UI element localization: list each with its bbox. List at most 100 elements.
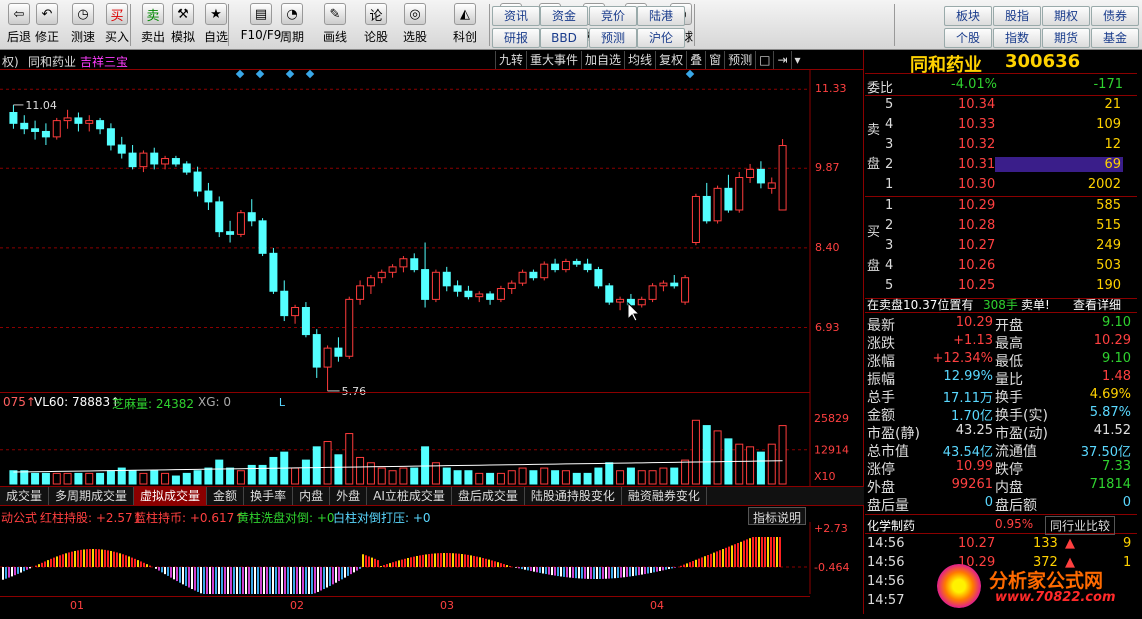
candle-body xyxy=(269,252,278,292)
volume-bar xyxy=(128,470,137,485)
toolbar-grid-button[interactable]: 资金 xyxy=(540,6,588,26)
toolbar-button-11[interactable]: ◎ 选股 xyxy=(398,3,432,47)
indicator-tab-7[interactable]: AI立桩成交量 xyxy=(367,487,452,505)
toolbar-separator xyxy=(489,4,490,46)
toolbar-grid-button[interactable]: 陆港 xyxy=(637,6,685,26)
indicator-tab-0[interactable]: 成交量 xyxy=(0,487,50,505)
industry-name: 化学制药 xyxy=(867,519,916,533)
chart-tab-5[interactable]: 叠 xyxy=(686,51,705,69)
stat-value: 7.33 xyxy=(1102,459,1131,474)
sell-level: 2 xyxy=(885,157,894,172)
chart-tab-2[interactable]: 加自选 xyxy=(581,51,624,69)
stat-label: 换手(实) xyxy=(995,408,1048,424)
discuss-icon: 论 xyxy=(365,3,387,25)
toolbar-grid-button[interactable]: 基金 xyxy=(1091,28,1139,48)
candle-body xyxy=(182,163,191,173)
stat-value: 0 xyxy=(984,495,993,510)
buy-price: 10.25 xyxy=(958,278,996,293)
chart-panel[interactable]: 权) 同和药业 吉祥三宝 九转 重大事件 加自选 均线 复权叠窗预测 □ ⇥ ▾ 11.04 5… xyxy=(0,50,864,614)
quote-stock-code: 300636 xyxy=(1005,51,1081,72)
indicator-tab-6[interactable]: 外盘 xyxy=(330,487,368,505)
indicator-tab-3[interactable]: 金额 xyxy=(207,487,245,505)
indicator-tab-10[interactable]: 融资融券变化 xyxy=(622,487,707,505)
toolbar-grid-button[interactable]: 沪伦 xyxy=(637,28,685,48)
indicator-tab-2[interactable]: 虚拟成交量 xyxy=(134,487,208,505)
stat-label: 盘后量 xyxy=(867,498,909,514)
volume-bar xyxy=(291,467,300,485)
indicator-tab-1[interactable]: 多周期成交量 xyxy=(49,487,135,505)
vol-header-b: VL60: 78883↑ xyxy=(34,395,121,409)
chart-icon: ◭ xyxy=(454,3,476,25)
candle-body xyxy=(551,263,560,271)
volume-bar xyxy=(756,451,765,485)
toolbar-grid-button[interactable]: 股指 xyxy=(993,6,1041,26)
toolbar-button-1[interactable]: ↶ 修正 xyxy=(30,3,64,47)
toolbar-grid-button[interactable]: 个股 xyxy=(944,28,992,48)
toolbar-grid-button[interactable]: 板块 xyxy=(944,6,992,26)
candle-body xyxy=(236,212,245,235)
candle-body xyxy=(572,260,581,265)
candle-body xyxy=(9,112,18,124)
volume-bar xyxy=(626,467,635,485)
toolbar-button-5[interactable]: ⚒ 模拟 xyxy=(166,3,200,47)
sell-icon: 卖 xyxy=(142,3,164,25)
indicator-tab-9[interactable]: 陆股通持股变化 xyxy=(525,487,622,505)
tick-price: 10.27 xyxy=(958,536,996,551)
toolbar-grid-button[interactable]: 研报 xyxy=(492,28,540,48)
volume-bar xyxy=(540,467,549,485)
volume-chart[interactable]: 25829 12914 X10 xyxy=(0,408,864,486)
notice-detail-link[interactable]: 查看详细 xyxy=(1073,296,1121,313)
chart-tab-4[interactable]: 复权 xyxy=(655,51,686,69)
chart-tab-1[interactable]: 重大事件 xyxy=(526,51,581,69)
toolbar-label: 后退 xyxy=(6,30,31,44)
volume-bar xyxy=(572,472,581,485)
toolbar-grid-button[interactable]: BBD xyxy=(540,28,588,48)
toolbar-grid-button[interactable]: 期货 xyxy=(1042,28,1090,48)
dropdown-icon[interactable]: ▾ xyxy=(790,51,804,69)
sell-label-b: 盘 xyxy=(867,157,881,172)
toolbar-grid-button[interactable]: 竞价 xyxy=(589,6,637,26)
toolbar-button-12[interactable]: ◭ 科创 xyxy=(448,3,482,47)
toolbar-grid-button[interactable]: 资讯 xyxy=(492,6,540,26)
chart-tab-3[interactable]: 均线 xyxy=(624,51,655,69)
volume-bar xyxy=(561,470,570,485)
toolbar-grid-button[interactable]: 指数 xyxy=(993,28,1041,48)
stat-value: 43.25 xyxy=(955,423,993,438)
price-axis-label: 8.40 xyxy=(815,240,840,254)
indicator-tab-5[interactable]: 内盘 xyxy=(293,487,331,505)
toolbar-grid-button[interactable]: 债券 xyxy=(1091,6,1139,26)
signal-diamond-icon xyxy=(305,70,315,79)
candlestick-chart[interactable]: 11.045.76L xyxy=(0,70,864,410)
chart-tab-6[interactable]: 窗 xyxy=(705,51,724,69)
signal-diamond-icon xyxy=(285,70,295,79)
industry-compare-button[interactable]: 同行业比较 xyxy=(1045,516,1116,535)
candle-body xyxy=(356,285,365,300)
stat-value: 1.70亿 xyxy=(951,409,993,424)
chart-tab-0[interactable]: 九转 xyxy=(495,51,526,69)
sell-volume: 69 xyxy=(995,157,1123,172)
indicator-chart[interactable]: +2.73 -0.464 xyxy=(0,522,864,594)
toolbar-button-4[interactable]: 卖卖出 xyxy=(136,3,170,47)
candle-body xyxy=(388,266,397,273)
buy-label-a: 买 xyxy=(867,225,881,240)
toolbar-grid-button[interactable]: 期权 xyxy=(1042,6,1090,26)
chart-tab-7[interactable]: 预测 xyxy=(724,51,755,69)
shape-icon[interactable]: □ xyxy=(755,51,773,69)
toolbar-button-9[interactable]: ✎ 画线 xyxy=(318,3,352,47)
toolbar-button-3[interactable]: 买买入 xyxy=(100,3,134,47)
toolbar-grid-button[interactable]: 预测 xyxy=(589,28,637,48)
toolbar-button-8[interactable]: ◔ 周期 xyxy=(275,3,309,47)
candle-body xyxy=(128,152,137,168)
volume-bar xyxy=(486,472,495,485)
candle-body xyxy=(139,152,148,168)
candle-body xyxy=(345,298,354,357)
volume-bar xyxy=(366,462,375,485)
indicator-tab-4[interactable]: 换手率 xyxy=(244,487,294,505)
stat-label: 最低 xyxy=(995,354,1023,370)
indicator-tab-8[interactable]: 盘后成交量 xyxy=(452,487,525,505)
volume-bar xyxy=(236,470,245,485)
strategy-tag[interactable]: 吉祥三宝 xyxy=(80,53,128,70)
toolbar-button-10[interactable]: 论论股 xyxy=(359,3,393,47)
expand-icon[interactable]: ⇥ xyxy=(773,51,790,69)
toolbar-button-2[interactable]: ◷ 测速 xyxy=(66,3,100,47)
